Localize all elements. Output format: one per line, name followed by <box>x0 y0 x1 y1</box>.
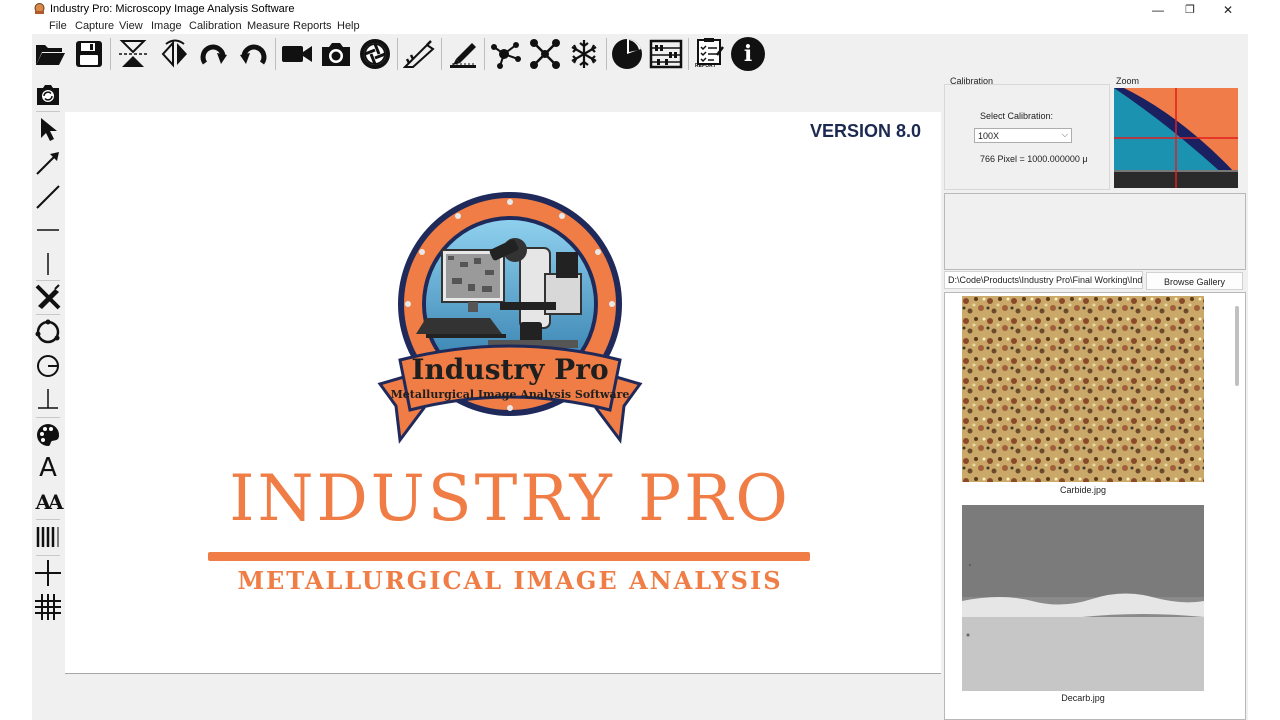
video-camera-icon[interactable] <box>280 37 314 71</box>
circle-diameter-icon[interactable] <box>34 352 62 380</box>
chevron-down-icon: ⌵ <box>1061 130 1068 139</box>
minimize-button[interactable]: — <box>1140 0 1176 19</box>
report-label: REPORT <box>695 63 716 69</box>
horizontal-line-icon[interactable] <box>34 216 62 244</box>
toolbar-separator <box>484 38 485 70</box>
network-icon[interactable] <box>528 37 562 71</box>
main-toolbar: REPORT i <box>32 34 1248 74</box>
toolbar-separator <box>441 38 442 70</box>
zoom-preview <box>1114 88 1238 188</box>
toolbar-separator <box>606 38 607 70</box>
menu-reports[interactable]: Reports <box>293 20 332 32</box>
desktop-right-margin <box>1248 0 1280 720</box>
calibration-selected-value: 100X <box>978 131 1000 141</box>
splash-subtitle: METALLURGICAL IMAGE ANALYSIS <box>237 566 783 595</box>
caliper-icon[interactable] <box>402 37 436 71</box>
toolbar-separator <box>397 38 398 70</box>
version-label: VERSION 8.0 <box>810 121 922 141</box>
title-bar: Industry Pro: Microscopy Image Analysis … <box>0 0 1280 19</box>
image-gallery[interactable]: Carbide.jpg Decarb.jpg <box>944 292 1246 720</box>
zoom-label: Zoom <box>1116 76 1140 86</box>
arrow-line-icon[interactable] <box>34 149 62 177</box>
menu-measure[interactable]: Measure <box>247 20 290 32</box>
info-glyph: i <box>731 37 765 71</box>
menu-image[interactable]: Image <box>151 20 182 32</box>
side-toolbar: A AA <box>32 74 64 720</box>
splash-title: INDUSTRY PRO <box>229 462 791 536</box>
badge-title: Industry Pro <box>411 353 608 386</box>
industry-pro-badge-logo: Industry Pro Metallurgical Image Analysi… <box>377 192 643 444</box>
gallery-thumbnail-carbide[interactable] <box>962 296 1204 482</box>
save-icon[interactable] <box>72 37 106 71</box>
cut-tool-icon[interactable] <box>34 283 62 311</box>
rotate-left-icon[interactable] <box>236 37 270 71</box>
toolbar-separator <box>110 38 111 70</box>
window-title: Industry Pro: Microscopy Image Analysis … <box>50 3 295 15</box>
maximize-button[interactable]: ❐ <box>1172 0 1208 19</box>
calibration-select[interactable]: 100X ⌵ <box>974 128 1072 143</box>
app-logo-icon <box>34 3 45 14</box>
info-icon[interactable]: i <box>731 37 765 71</box>
report-icon[interactable]: REPORT <box>693 37 727 71</box>
line-icon[interactable] <box>34 183 62 211</box>
camera-icon[interactable] <box>319 37 353 71</box>
side-separator <box>36 111 60 112</box>
menu-bar: File Capture View Image Calibration Meas… <box>32 19 1248 34</box>
toolbar-separator <box>688 38 689 70</box>
grid-icon[interactable] <box>34 593 62 621</box>
menu-capture[interactable]: Capture <box>75 20 114 32</box>
vertical-line-icon[interactable] <box>34 250 62 278</box>
splash-underline <box>208 552 810 561</box>
rotate-right-icon[interactable] <box>197 37 231 71</box>
mirror-icon[interactable] <box>158 37 192 71</box>
menu-file[interactable]: File <box>49 20 67 32</box>
side-separator <box>36 314 60 315</box>
pixel-ratio-text: 766 Pixel = 1000.000000 μ <box>980 154 1088 164</box>
molecule-icon[interactable] <box>489 37 523 71</box>
ruler-pen-icon[interactable] <box>446 37 480 71</box>
aperture-icon[interactable] <box>358 37 392 71</box>
open-folder-icon[interactable] <box>33 37 67 71</box>
toolbar-separator <box>275 38 276 70</box>
gallery-path-field[interactable]: D:\Code\Products\Industry Pro\Final Work… <box>944 271 1143 289</box>
badge-subtitle: Metallurgical Image Analysis Software <box>391 388 630 401</box>
palette-icon[interactable] <box>34 421 62 449</box>
perpendicular-icon[interactable] <box>34 385 62 413</box>
gallery-caption: Decarb.jpg <box>1061 693 1105 703</box>
close-button[interactable]: ✕ <box>1210 0 1246 19</box>
gallery-scrollbar[interactable] <box>1235 306 1239 386</box>
flip-icon[interactable] <box>116 37 150 71</box>
refresh-image-icon[interactable] <box>34 81 62 109</box>
menu-view[interactable]: View <box>119 20 143 32</box>
abacus-icon[interactable] <box>649 37 683 71</box>
side-separator <box>36 280 60 281</box>
pointer-icon[interactable] <box>34 115 62 143</box>
browse-gallery-button[interactable]: Browse Gallery <box>1146 272 1243 290</box>
circle-icon[interactable] <box>34 318 62 346</box>
canvas-border <box>65 673 941 674</box>
select-calibration-label: Select Calibration: <box>980 111 1054 121</box>
pie-chart-icon[interactable] <box>610 37 644 71</box>
gallery-thumbnail-decarb[interactable] <box>962 505 1204 691</box>
snowflake-icon[interactable] <box>567 37 601 71</box>
menu-calibration[interactable]: Calibration <box>189 20 242 32</box>
info-panel <box>944 193 1246 270</box>
side-separator <box>36 417 60 418</box>
side-separator <box>36 555 60 556</box>
gallery-caption: Carbide.jpg <box>1059 485 1107 495</box>
desktop-left-margin <box>0 0 32 720</box>
menu-help[interactable]: Help <box>337 20 360 32</box>
